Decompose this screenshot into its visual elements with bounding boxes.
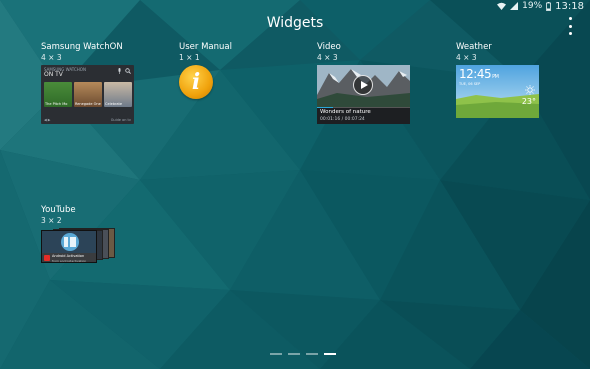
search-icon [125, 68, 131, 74]
widget-name: Weather [456, 42, 492, 52]
watchon-tile: Renegade One [74, 82, 102, 107]
page-title: Widgets [266, 15, 324, 31]
page-dot[interactable] [306, 353, 318, 355]
widget-user-manual[interactable]: User Manual 1 × 1 i [179, 42, 232, 101]
microphone-icon [118, 68, 121, 74]
widget-preview[interactable]: SAMSUNG WATCHON ON TV The Pitch Mo Reneg… [41, 65, 134, 124]
battery-icon [546, 1, 552, 11]
weather-time: 12:45PM [459, 67, 499, 81]
widget-name: User Manual [179, 42, 232, 52]
widget-preview[interactable]: i [179, 65, 215, 101]
sun-icon [525, 85, 535, 95]
youtube-video-title: Android Activation [52, 254, 85, 258]
chevron-nav-icon: ◀ ▶ [44, 118, 51, 122]
video-time: 00:01:16 / 00:07:24 [320, 117, 365, 122]
video-card-front: Android Activation from androidactivatio… [41, 230, 97, 263]
widget-size: 4 × 3 [317, 53, 338, 62]
status-bar: 19% 13:18 [497, 0, 584, 12]
weather-date: TUE, 06 SEP [459, 82, 481, 86]
widget-samsung-watchon[interactable]: Samsung WatchON 4 × 3 SAMSUNG WATCHON ON… [41, 42, 134, 124]
widget-preview[interactable]: Android Activation from androidactivatio… [41, 228, 117, 264]
watchon-footer: Guide on tv [110, 118, 131, 122]
page-dot[interactable] [324, 353, 336, 355]
watchon-tile: The Pitch Mo [44, 82, 72, 107]
weather-temperature: 23° [521, 97, 536, 106]
video-thumbnail [42, 231, 96, 253]
widget-size: 4 × 3 [456, 53, 477, 62]
widget-name: Samsung WatchON [41, 42, 123, 52]
overflow-menu-icon[interactable] [564, 17, 576, 35]
widget-size: 3 × 2 [41, 216, 62, 225]
video-title: Wonders of nature [320, 109, 371, 115]
info-icon: i [179, 65, 213, 99]
widget-preview[interactable]: Wonders of nature 00:01:16 / 00:07:24 [317, 65, 410, 124]
video-progress [317, 107, 410, 108]
signal-icon [510, 2, 519, 10]
youtube-logo-icon [44, 255, 50, 261]
widget-size: 4 × 3 [41, 53, 62, 62]
watchon-subtitle: ON TV [44, 71, 63, 78]
page-dot[interactable] [270, 353, 282, 355]
page-indicator [270, 353, 336, 355]
page-dot[interactable] [288, 353, 300, 355]
widget-youtube[interactable]: YouTube 3 × 2 Android Activation from an… [41, 205, 117, 264]
clock: 13:18 [555, 0, 584, 12]
widget-video[interactable]: Video 4 × 3 Wonders of nature 00:01:16 /… [317, 42, 410, 124]
wifi-icon [497, 2, 507, 10]
youtube-video-subtitle: from androidactivation [52, 259, 87, 263]
battery-percent: 19% [522, 1, 543, 11]
watchon-tile: Celebrate [104, 82, 132, 107]
widget-weather[interactable]: Weather 4 × 3 12:45PM TUE, 06 SEP 23° [456, 42, 539, 118]
widget-size: 1 × 1 [179, 53, 200, 62]
widget-name: Video [317, 42, 341, 52]
play-icon[interactable] [353, 75, 373, 95]
widget-preview[interactable]: 12:45PM TUE, 06 SEP 23° [456, 65, 539, 118]
widget-name: YouTube [41, 205, 76, 215]
